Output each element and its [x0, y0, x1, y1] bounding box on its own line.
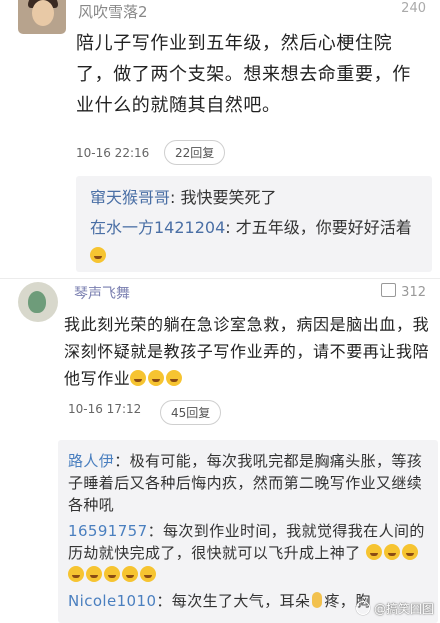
bird-icon [28, 291, 46, 313]
comment-text-content: 我此刻光荣的躺在急诊室急救，病因是脑出血，我深刻怀疑就是教孩子写作业弄的，请不要… [64, 315, 430, 388]
reply-username[interactable]: Nicole1010 [68, 592, 156, 610]
like-count[interactable]: 240 [401, 1, 426, 16]
laugh-cry-emoji-icon [166, 370, 183, 386]
comment-divider [0, 278, 440, 279]
reply-line: 路人伊：极有可能，每次我吼完都是胸痛头胀，等孩子睡着后又各种后悔内疚，然而第二晚… [68, 450, 430, 516]
reply-text: : 才五年级，你要好好活着 [225, 218, 412, 237]
user-avatar[interactable] [18, 0, 66, 34]
reply-preview-box[interactable]: 窜天猴哥哥: 我快要笑死了 在水一方1421204: 才五年级，你要好好活着 [76, 176, 432, 272]
watermark: @搞笑囧图 [355, 600, 434, 617]
reply-line: 在水一方1421204: 才五年级，你要好好活着 [90, 214, 420, 270]
reply-username[interactable]: 在水一方1421204 [90, 218, 225, 237]
laugh-cry-emoji-icon [104, 566, 120, 582]
comment-text: 我此刻光荣的躺在急诊室急救，病因是脑出血，我深刻怀疑就是教孩子写作业弄的，请不要… [64, 311, 434, 392]
ear-emoji-icon [312, 592, 323, 608]
laugh-cry-emoji-icon [86, 566, 102, 582]
reply-text: : 我快要笑死了 [170, 188, 277, 207]
avatar-face [32, 0, 54, 26]
like-count: 312 [401, 285, 426, 300]
comment-username[interactable]: 风吹雪落2 [78, 1, 148, 22]
laugh-cry-emoji-icon [148, 370, 165, 386]
reply-text: ：极有可能，每次我吼完都是胸痛头胀，等孩子睡着后又各种后悔内疚，然而第二晚写作业… [68, 452, 423, 514]
reply-username[interactable]: 窜天猴哥哥 [90, 188, 170, 207]
reply-preview-box[interactable]: 路人伊：极有可能，每次我吼完都是胸痛头胀，等孩子睡着后又各种后悔内疚，然而第二晚… [58, 440, 438, 623]
reply-count-button[interactable]: 45回复 [160, 400, 222, 425]
laugh-cry-emoji-icon [140, 566, 156, 582]
reply-count-button[interactable]: 22回复 [164, 140, 226, 165]
laugh-cry-emoji-icon [383, 544, 400, 560]
comment-username[interactable]: 琴声飞舞 [74, 283, 130, 303]
laugh-cry-emoji-icon [122, 566, 138, 582]
laugh-cry-emoji-icon [90, 247, 106, 263]
comment-timestamp: 10-16 22:16 [76, 146, 150, 160]
user-avatar[interactable] [18, 282, 58, 322]
laugh-cry-emoji-icon [401, 544, 418, 560]
laugh-cry-emoji-icon [130, 370, 147, 386]
reply-line: 窜天猴哥哥: 我快要笑死了 [90, 184, 420, 212]
laugh-cry-emoji-icon [365, 544, 382, 560]
reply-line: 16591757：每次到作业时间，我就觉得我在人间的历劫就快完成了，很快就可以飞… [68, 520, 430, 586]
watermark-text: @搞笑囧图 [373, 602, 434, 616]
reply-username[interactable]: 16591757 [68, 522, 148, 540]
thumbs-up-icon [381, 283, 397, 297]
comment-text: 陪儿子写作业到五年级，然后心梗住院了，做了两个支架。想来想去命重要，作业什么的就… [76, 33, 411, 116]
weibo-logo-icon [355, 601, 370, 615]
reply-text: ：每次生了大气，耳朵 [156, 592, 311, 610]
laugh-cry-emoji-icon [68, 566, 84, 582]
reply-username[interactable]: 路人伊 [68, 452, 114, 470]
comment-timestamp: 10-16 17:12 [68, 402, 142, 416]
like-button[interactable]: 312 [381, 283, 426, 300]
